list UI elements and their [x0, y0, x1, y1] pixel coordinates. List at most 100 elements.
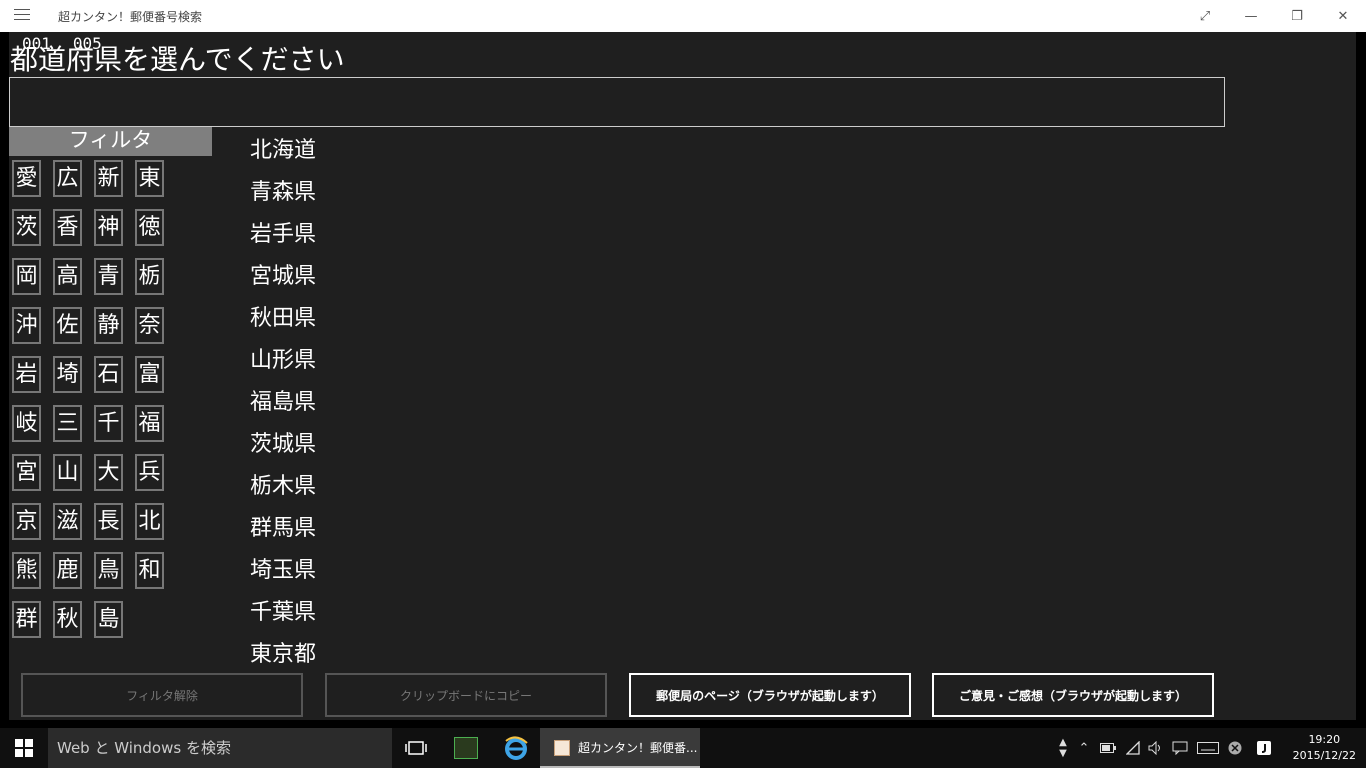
speaker-icon	[1148, 741, 1160, 755]
kanji-filter-button[interactable]: 香	[53, 209, 82, 246]
kanji-filter-button[interactable]: 栃	[135, 258, 164, 295]
post-office-page-button[interactable]: 郵便局のページ（ブラウザが起動します）	[629, 673, 911, 717]
hamburger-menu-icon[interactable]	[14, 9, 30, 23]
keyboard-icon[interactable]	[1195, 728, 1221, 768]
taskbar-clock[interactable]: 19:20 2015/12/22	[1293, 732, 1356, 764]
title-bar: 超カンタン！郵便番号検索 ⤢ — ❐ ✕	[0, 0, 1366, 32]
kanji-filter-button[interactable]: 島	[94, 601, 123, 638]
minimize-button[interactable]: —	[1228, 0, 1274, 32]
prefecture-item[interactable]: 青森県	[250, 174, 316, 206]
kanji-filter-button[interactable]: 福	[135, 405, 164, 442]
windows-logo-icon	[15, 739, 33, 757]
prefecture-item[interactable]: 秋田県	[250, 300, 316, 332]
show-hidden-icons-button[interactable]: ⌃	[1075, 728, 1093, 768]
filter-header: フィルタ	[9, 127, 212, 156]
clock-date: 2015/12/22	[1292, 749, 1356, 762]
kanji-filter-button[interactable]: 北	[135, 503, 164, 540]
kanji-filter-button[interactable]: 東	[135, 160, 164, 197]
prefecture-item[interactable]: 岩手県	[250, 216, 316, 248]
right-edge	[1356, 32, 1366, 720]
kanji-filter-button[interactable]: 神	[94, 209, 123, 246]
battery-shape	[1100, 743, 1116, 753]
action-center-icon[interactable]	[1170, 728, 1190, 768]
start-button[interactable]	[0, 728, 48, 768]
taskbar-app-label: 超カンタン！郵便番...	[578, 741, 698, 755]
kanji-filter-button[interactable]: 長	[94, 503, 123, 540]
taskbar-internet-explorer[interactable]	[498, 728, 534, 768]
kanji-filter-button[interactable]: 宮	[12, 454, 41, 491]
kanji-filter-button[interactable]: 秋	[53, 601, 82, 638]
expand-icon: ⤢	[1199, 8, 1211, 24]
prefecture-item[interactable]: 群馬県	[250, 510, 316, 542]
kanji-filter-button[interactable]: 佐	[53, 307, 82, 344]
kanji-filter-button[interactable]: 山	[53, 454, 82, 491]
postal-code-display: 001 005	[22, 34, 124, 53]
clear-filter-button[interactable]: フィルタ解除	[21, 673, 303, 717]
taskbar-scroll[interactable]: ▲ ▼	[1056, 728, 1070, 768]
kanji-filter-button[interactable]: 奈	[135, 307, 164, 344]
task-view-icon	[405, 741, 427, 755]
kanji-filter-button[interactable]: 京	[12, 503, 41, 540]
kanji-filter-button[interactable]: 埼	[53, 356, 82, 393]
kanji-filter-button[interactable]: 岐	[12, 405, 41, 442]
kanji-filter-button[interactable]: 徳	[135, 209, 164, 246]
prefecture-item[interactable]: 福島県	[250, 384, 316, 416]
prefecture-item[interactable]: 山形県	[250, 342, 316, 374]
message-icon	[1172, 741, 1188, 755]
kanji-filter-button[interactable]: 岩	[12, 356, 41, 393]
kanji-filter-button[interactable]: 広	[53, 160, 82, 197]
circle-x-icon	[1228, 741, 1242, 755]
volume-icon[interactable]	[1146, 728, 1166, 768]
internet-explorer-icon	[505, 736, 528, 760]
kanji-filter-button[interactable]: 茨	[12, 209, 41, 246]
kanji-filter-button[interactable]: 石	[94, 356, 123, 393]
prefecture-item[interactable]: 千葉県	[250, 594, 316, 626]
task-view-button[interactable]	[398, 728, 434, 768]
prefecture-item[interactable]: 栃木県	[250, 468, 316, 500]
app-tray-icon	[1257, 741, 1271, 755]
scroll-down-icon: ▼	[1059, 748, 1067, 759]
app-window-icon	[554, 740, 570, 756]
taskbar-search-box[interactable]: Web と Windows を検索	[48, 728, 392, 768]
kanji-filter-button[interactable]: 鳥	[94, 552, 123, 589]
prefecture-item[interactable]: 茨城県	[250, 426, 316, 458]
taskbar-active-app[interactable]: 超カンタン！郵便番...	[540, 728, 700, 768]
kanji-filter-button[interactable]: 和	[135, 552, 164, 589]
touch-keyboard-icon	[1197, 742, 1219, 754]
kanji-filter-button[interactable]: 青	[94, 258, 123, 295]
kanji-filter-button[interactable]: 三	[53, 405, 82, 442]
restore-button[interactable]: ❐	[1274, 0, 1320, 32]
taskbar-app-green[interactable]	[450, 728, 482, 768]
notification-app-icon[interactable]	[1254, 728, 1274, 768]
kanji-filter-button[interactable]: 沖	[12, 307, 41, 344]
kanji-filter-button[interactable]: 千	[94, 405, 123, 442]
kanji-filter-button[interactable]: 富	[135, 356, 164, 393]
fullscreen-button[interactable]: ⤢	[1182, 0, 1228, 32]
kanji-filter-button[interactable]: 熊	[12, 552, 41, 589]
kanji-filter-button[interactable]: 静	[94, 307, 123, 344]
prefecture-item[interactable]: 宮城県	[250, 258, 316, 290]
prefecture-item[interactable]: 東京都	[250, 636, 316, 668]
search-input[interactable]	[9, 77, 1225, 127]
kanji-filter-button[interactable]: 新	[94, 160, 123, 197]
kanji-filter-button[interactable]: 大	[94, 454, 123, 491]
close-button[interactable]: ✕	[1320, 0, 1366, 32]
scroll-up-icon: ▲	[1059, 737, 1067, 748]
kanji-filter-button[interactable]: 高	[53, 258, 82, 295]
ime-off-icon[interactable]	[1226, 728, 1244, 768]
battery-icon[interactable]	[1098, 728, 1118, 768]
kanji-filter-button[interactable]: 岡	[12, 258, 41, 295]
kanji-filter-button[interactable]: 鹿	[53, 552, 82, 589]
postal-code-suffix: 005	[72, 34, 102, 53]
chevron-up-icon: ⌃	[1078, 740, 1090, 756]
kanji-filter-button[interactable]: 愛	[12, 160, 41, 197]
prefecture-item[interactable]: 北海道	[250, 132, 316, 164]
feedback-button[interactable]: ご意見・ご感想（ブラウザが起動します）	[932, 673, 1214, 717]
taskbar: Web と Windows を検索 超カンタン！郵便番... ▲ ▼ ⌃ 19:…	[0, 728, 1366, 768]
network-icon[interactable]	[1124, 728, 1144, 768]
copy-clipboard-button[interactable]: クリップボードにコピー	[325, 673, 607, 717]
kanji-filter-button[interactable]: 群	[12, 601, 41, 638]
kanji-filter-button[interactable]: 兵	[135, 454, 164, 491]
prefecture-item[interactable]: 埼玉県	[250, 552, 316, 584]
kanji-filter-button[interactable]: 滋	[53, 503, 82, 540]
